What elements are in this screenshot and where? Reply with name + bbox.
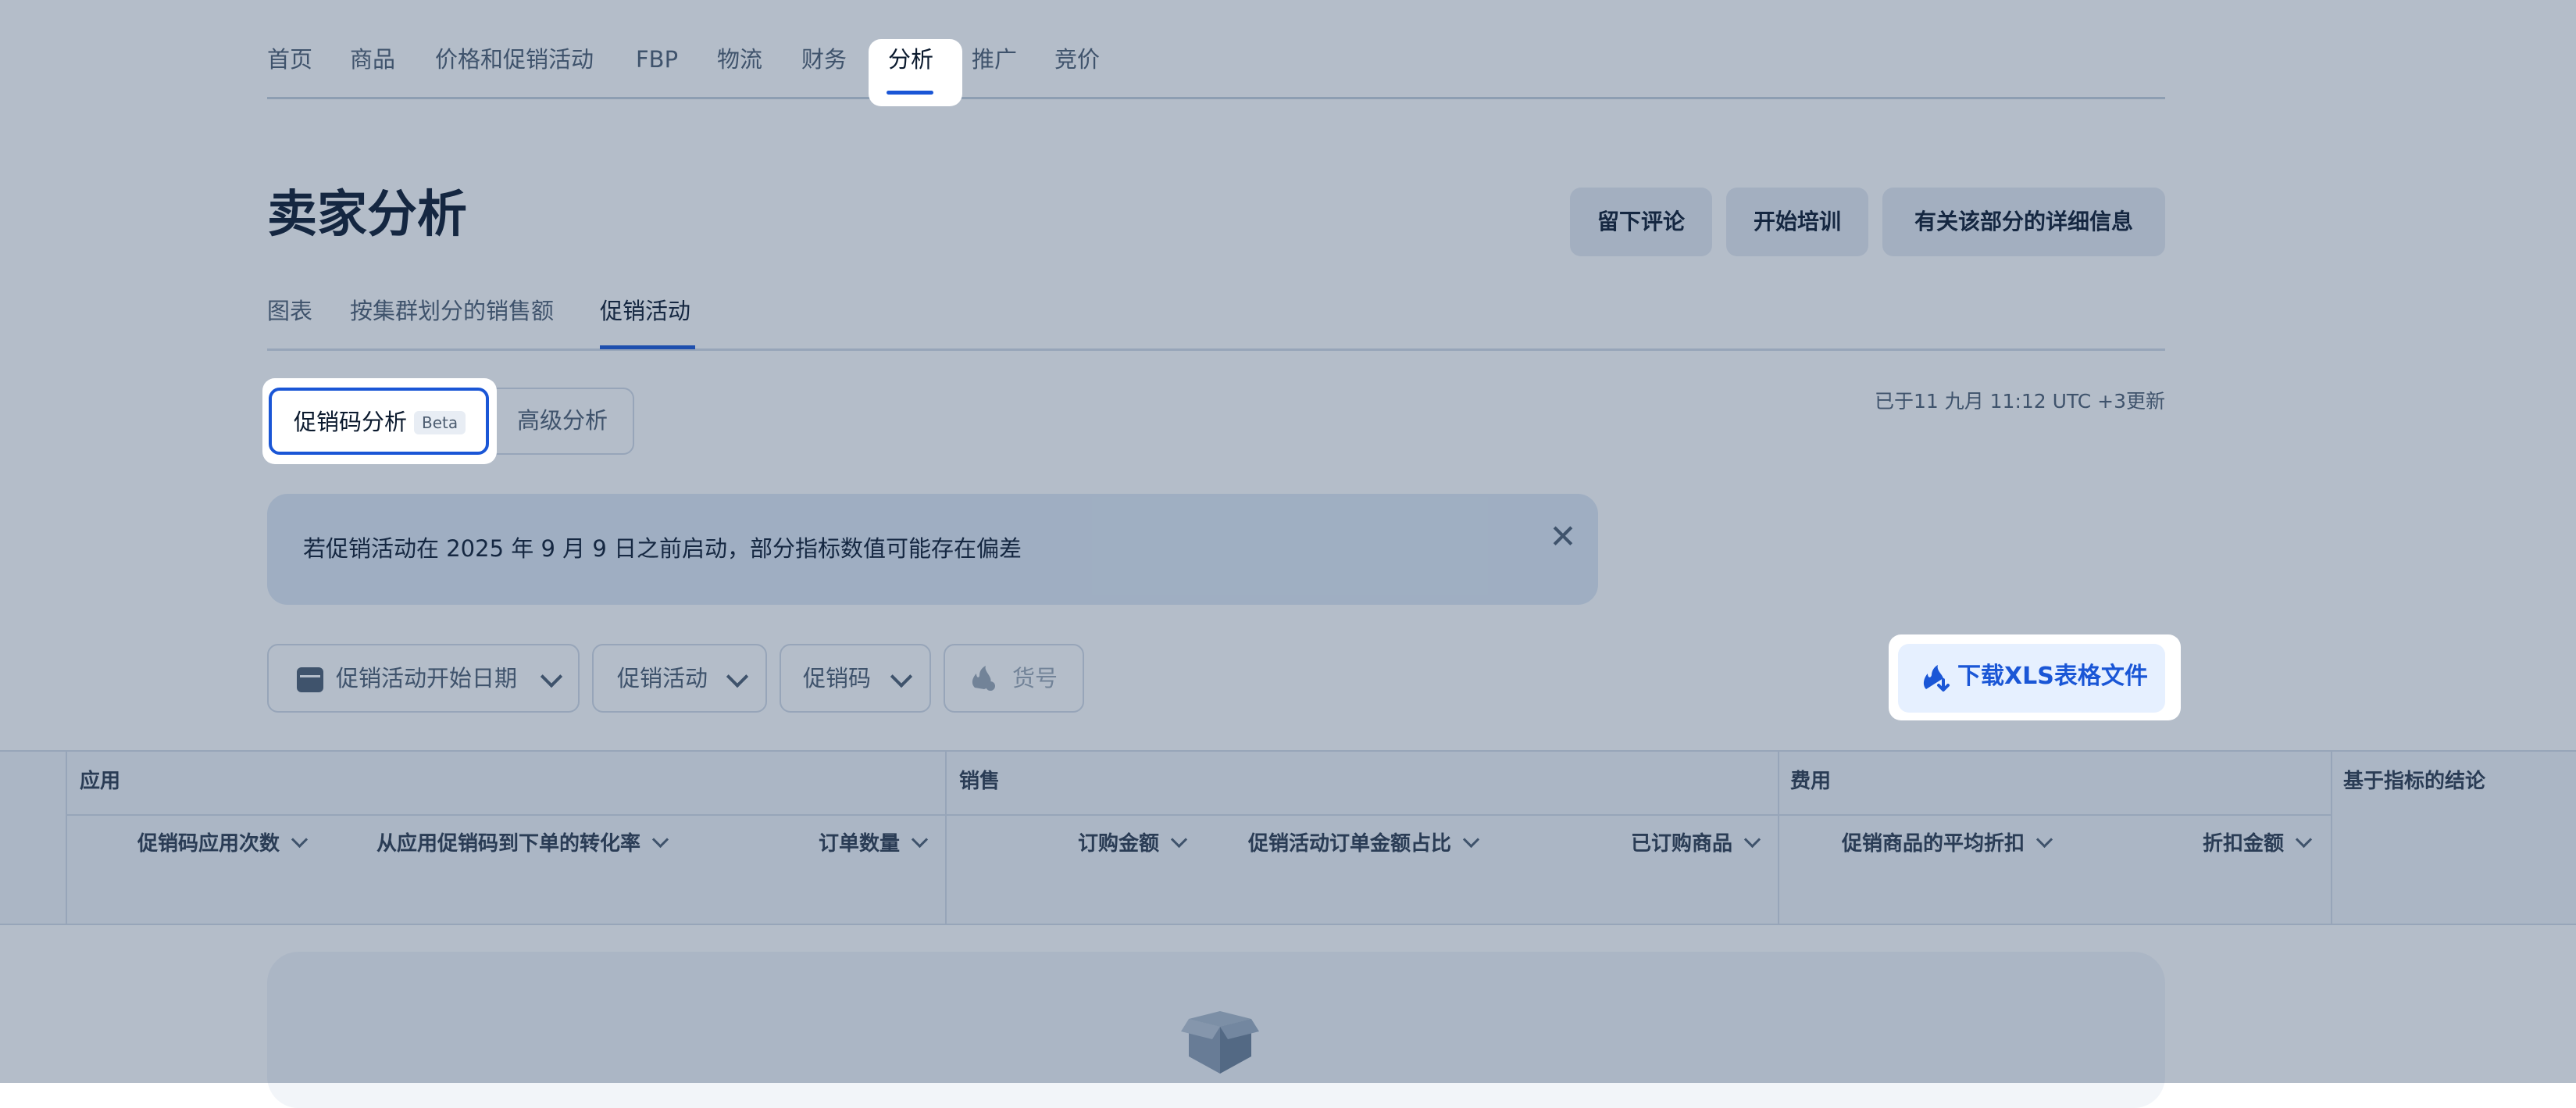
tab-charts[interactable]: 图表 [267,295,312,327]
column-divider [1778,752,1779,925]
column-header-discount-amount[interactable]: 折扣金额 [2203,830,2313,858]
column-label: 促销商品的平均折扣 [1842,832,2025,856]
promo-code-analysis-label: 促销码分析 [294,409,408,435]
chevron-down-icon [2295,831,2313,849]
nav-item-logistics[interactable]: 物流 [717,44,762,75]
top-nav: 首页 商品 价格和促销活动 FBP 物流 财务 分析 推广 竞价 [267,30,2165,99]
promotion-filter[interactable]: 促销活动 [592,644,767,713]
column-label: 促销码应用次数 [137,832,280,856]
promo-code-filter[interactable]: 促销码 [780,644,931,713]
column-header-promo-share[interactable]: 促销活动订单金额占比 [1248,830,1480,858]
chevron-down-icon [651,831,669,849]
nav-item-finance[interactable]: 财务 [801,44,847,75]
tab-promotions[interactable]: 促销活动 [600,295,690,327]
group-application: 应用 [80,770,121,793]
banner-text: 若促销活动在 2025 年 9 月 9 日之前启动，部分指标数值可能存在偏差 [303,535,1022,562]
sku-flame-icon [972,666,995,691]
start-training-button[interactable]: 开始培训 [1726,188,1868,256]
calendar-icon [297,667,323,692]
nav-item-promotion[interactable]: 推广 [972,44,1017,75]
header-divider [66,814,2331,816]
seller-analytics-page: 首页 商品 价格和促销活动 FBP 物流 财务 分析 推广 竞价 卖家分析 留下… [0,0,2576,1108]
advanced-analysis-label: 高级分析 [517,407,608,434]
chevron-down-icon [2035,831,2053,849]
chevron-down-icon [726,665,749,688]
more-info-button[interactable]: 有关该部分的详细信息 [1882,188,2165,256]
column-header-code-uses[interactable]: 促销码应用次数 [137,830,309,858]
chevron-down-icon [1170,831,1188,849]
chevron-down-icon [291,831,309,849]
column-header-orders[interactable]: 订单数量 [819,830,929,858]
close-icon[interactable]: ✕ [1543,517,1582,556]
column-label: 从应用促销码到下单的转化率 [376,832,641,856]
download-icon [1923,665,1950,692]
column-divider [2331,752,2332,925]
tab-sales-by-cluster[interactable]: 按集群划分的销售额 [350,295,554,327]
column-header-order-amount[interactable]: 订购金额 [1078,830,1188,858]
advanced-analysis-toggle[interactable]: 高级分析 [480,388,634,455]
column-label: 折扣金额 [2203,832,2285,856]
download-xls-label: 下载XLS表格文件 [1957,663,2148,690]
column-label: 已订购商品 [1631,832,1733,856]
column-label: 订购金额 [1078,832,1160,856]
info-banner: 若促销活动在 2025 年 9 月 9 日之前启动，部分指标数值可能存在偏差 ✕ [267,494,1598,605]
beta-badge: Beta [414,411,466,434]
nav-item-home[interactable]: 首页 [267,44,312,75]
empty-box-icon [1181,1011,1259,1074]
active-nav-indicator [887,91,933,95]
download-xls-button[interactable]: 下载XLS表格文件 [1898,644,2165,713]
chevron-down-icon [1743,831,1761,849]
chevron-down-icon [1462,831,1480,849]
group-sales: 销售 [959,770,1001,793]
column-header-avg-discount[interactable]: 促销商品的平均折扣 [1842,830,2053,858]
column-header-conversion[interactable]: 从应用促销码到下单的转化率 [376,830,669,858]
sku-filter-label: 货号 [1012,665,1058,692]
analytics-subtabs: 图表 按集群划分的销售额 促销活动 [267,294,2165,351]
start-date-filter[interactable]: 促销活动开始日期 [267,644,580,713]
leave-review-button[interactable]: 留下评论 [1570,188,1712,256]
nav-item-products[interactable]: 商品 [350,44,395,75]
sku-filter[interactable]: 货号 [944,644,1084,713]
nav-item-fbp[interactable]: FBP [636,44,678,75]
column-label: 订单数量 [819,832,901,856]
promotion-filter-label: 促销活动 [617,665,708,692]
nav-item-analytics-label: 分析 [888,46,934,73]
group-costs: 费用 [1790,770,1832,793]
column-divider [945,752,947,925]
page-title: 卖家分析 [267,186,467,244]
start-date-filter-label: 促销活动开始日期 [336,665,518,692]
column-label: 促销活动订单金额占比 [1248,832,1452,856]
promo-code-analysis-toggle[interactable]: 促销码分析 Beta [269,388,489,455]
nav-item-bidding[interactable]: 竞价 [1054,44,1100,75]
promo-table-header: 应用 销售 费用 基于指标的结论 促销码应用次数 从应用促销码到下单的转化率 订… [0,750,2576,925]
chevron-down-icon [540,665,563,688]
nav-item-prices-promotions[interactable]: 价格和促销活动 [435,44,594,75]
updated-timestamp: 已于11 九月 11:12 UTC +3更新 [1874,390,2165,413]
column-header-ordered-items[interactable]: 已订购商品 [1631,830,1761,858]
chevron-down-icon [911,831,929,849]
active-tab-indicator [600,345,695,349]
group-conclusion: 基于指标的结论 [2343,770,2486,793]
column-divider [66,752,67,925]
promo-code-filter-label: 促销码 [803,665,872,692]
chevron-down-icon [890,665,913,688]
nav-item-analytics-spotlight[interactable]: 分析 [869,39,962,106]
